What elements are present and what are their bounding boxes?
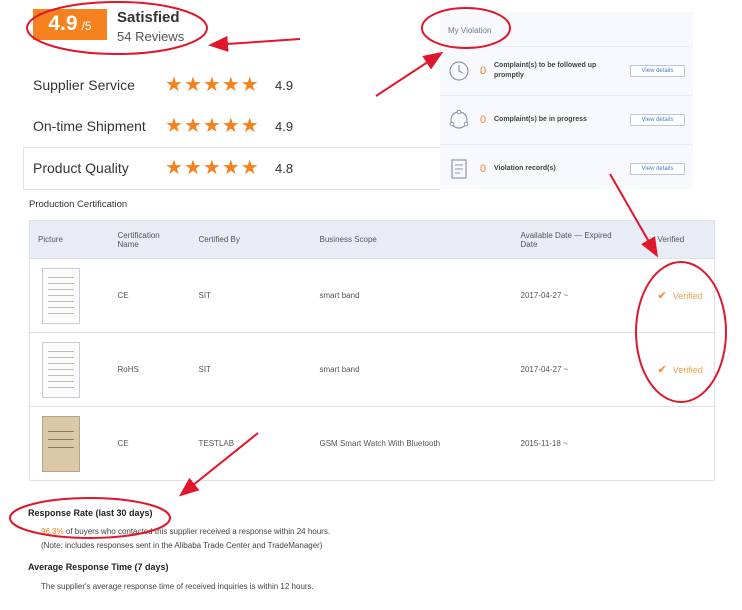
verified-label: Verified [672,291,703,301]
cert-name: CE [117,291,129,300]
satisfaction-label: Satisfied [117,9,180,26]
cert-date: 2017-04-27 ~ [520,291,569,300]
table-header-row: Picture Certification Name Certified By … [29,220,715,259]
response-note: (Note: includes responses sent in the Al… [41,541,323,550]
certificate-thumbnail[interactable] [42,415,80,472]
response-rate-text: 96.3% of buyers who contacted this suppl… [41,527,330,536]
violation-text: Violation record(s) [494,164,556,172]
star-icon: ★ [183,157,202,179]
checkmark-icon: ✔ [657,290,667,302]
view-details-button[interactable]: View details [630,113,685,126]
violation-count: 0 [480,113,487,126]
table-row: CE SIT smart band 2017-04-27 ~ ✔ Verified [29,258,715,333]
annotation-arrow [208,35,301,52]
clock-icon [448,60,470,82]
rating-value: 4.9 [275,77,294,93]
document-icon [448,158,470,180]
response-rate-value: 96.3% [41,527,64,536]
verified-label: Verified [672,365,703,375]
view-details-button[interactable]: View details [630,64,685,77]
rating-row-product-quality: Product Quality ★ ★ ★ ★ ★ 4.8 [33,154,293,182]
table-row: RoHS SIT smart band 2017-04-27 ~ ✔ Verifi… [29,332,715,407]
rating-row-supplier-service: Supplier Service ★ ★ ★ ★ ★ 4.9 [33,71,293,99]
cert-by: SIT [198,291,211,300]
verified-cell: ✔ Verified [650,333,715,407]
rating-label: Product Quality [33,160,129,176]
cert-date: 2017-04-27 ~ [520,365,569,374]
score-denominator: /5 [81,19,92,33]
star-icon: ★ [240,157,259,179]
production-certification-title: Production Certification [29,199,128,210]
cert-scope: GSM Smart Watch With Bluetooth [319,439,441,448]
violation-count: 0 [480,162,487,175]
column-header: Certified By [198,235,240,244]
star-icon: ★ [221,74,240,96]
certification-table: Picture Certification Name Certified By … [29,220,715,481]
star-icon: ★ [202,157,221,179]
rating-row-on-time-shipment: On-time Shipment ★ ★ ★ ★ ★ 4.9 [33,112,293,140]
cert-name: CE [117,439,129,448]
star-rating: ★ ★ ★ ★ ★ [165,116,275,136]
checkmark-icon: ✔ [657,364,667,376]
verified-cell [650,407,715,481]
rating-label: On-time Shipment [33,118,146,134]
violation-panel: My Violation 0 Complaint(s) to be follow… [440,12,693,189]
response-rate-title: Response Rate (last 30 days) [28,508,153,518]
cert-by: TESTLAB [198,439,235,448]
avg-response-text: The supplier's average response time of … [41,582,314,591]
response-rate-desc: of buyers who contacted this supplier re… [63,527,331,536]
column-header: Verified [657,235,685,244]
annotation-arrow [375,51,444,97]
star-icon: ★ [183,115,202,137]
star-rating: ★ ★ ★ ★ ★ [165,158,275,178]
star-icon: ★ [202,115,221,137]
column-header: Business Scope [319,235,377,244]
view-details-button[interactable]: View details [630,162,685,175]
table-row: CE TESTLAB GSM Smart Watch With Bluetoot… [29,406,715,481]
cycle-icon [448,109,470,131]
violation-text: Complaint(s) be in progress [494,115,587,123]
star-icon: ★ [240,74,259,96]
violation-item-in-progress: 0 Complaint(s) be in progress View detai… [440,95,693,143]
violation-item-records: 0 Violation record(s) View details [440,144,693,192]
star-icon: ★ [221,157,240,179]
cert-by: SIT [198,365,211,374]
column-header: Picture [38,235,63,244]
overall-score-badge: 4.9 /5 [33,9,107,40]
star-rating: ★ ★ ★ ★ ★ [165,75,275,95]
star-icon: ★ [202,74,221,96]
violation-item-followup: 0 Complaint(s) to be followed up promptl… [440,46,693,94]
overall-score: 4.9 [48,12,78,35]
rating-value: 4.8 [275,160,294,176]
star-icon: ★ [240,115,259,137]
cert-name: RoHS [117,365,139,374]
column-header: Available Date — Expired Date [520,230,612,249]
star-icon: ★ [221,115,240,137]
cert-scope: smart band [319,365,360,374]
violation-title: My Violation [448,26,492,35]
star-icon: ★ [165,157,183,179]
verified-cell: ✔ Verified [650,259,715,333]
violation-count: 0 [480,64,487,77]
rating-label: Supplier Service [33,77,135,93]
cert-date: 2015-11-18 ~ [520,439,568,448]
column-header: Certification Name [117,230,160,249]
review-count: 54 Reviews [117,29,185,44]
rating-value: 4.9 [275,118,294,134]
star-icon: ★ [165,115,183,137]
avg-response-title: Average Response Time (7 days) [28,562,169,572]
certificate-thumbnail[interactable] [42,341,80,398]
violation-text: Complaint(s) to be followed up promptly [494,61,597,79]
star-icon: ★ [183,74,202,96]
cert-scope: smart band [319,291,360,300]
star-icon: ★ [165,74,183,96]
certificate-thumbnail[interactable] [42,267,80,324]
